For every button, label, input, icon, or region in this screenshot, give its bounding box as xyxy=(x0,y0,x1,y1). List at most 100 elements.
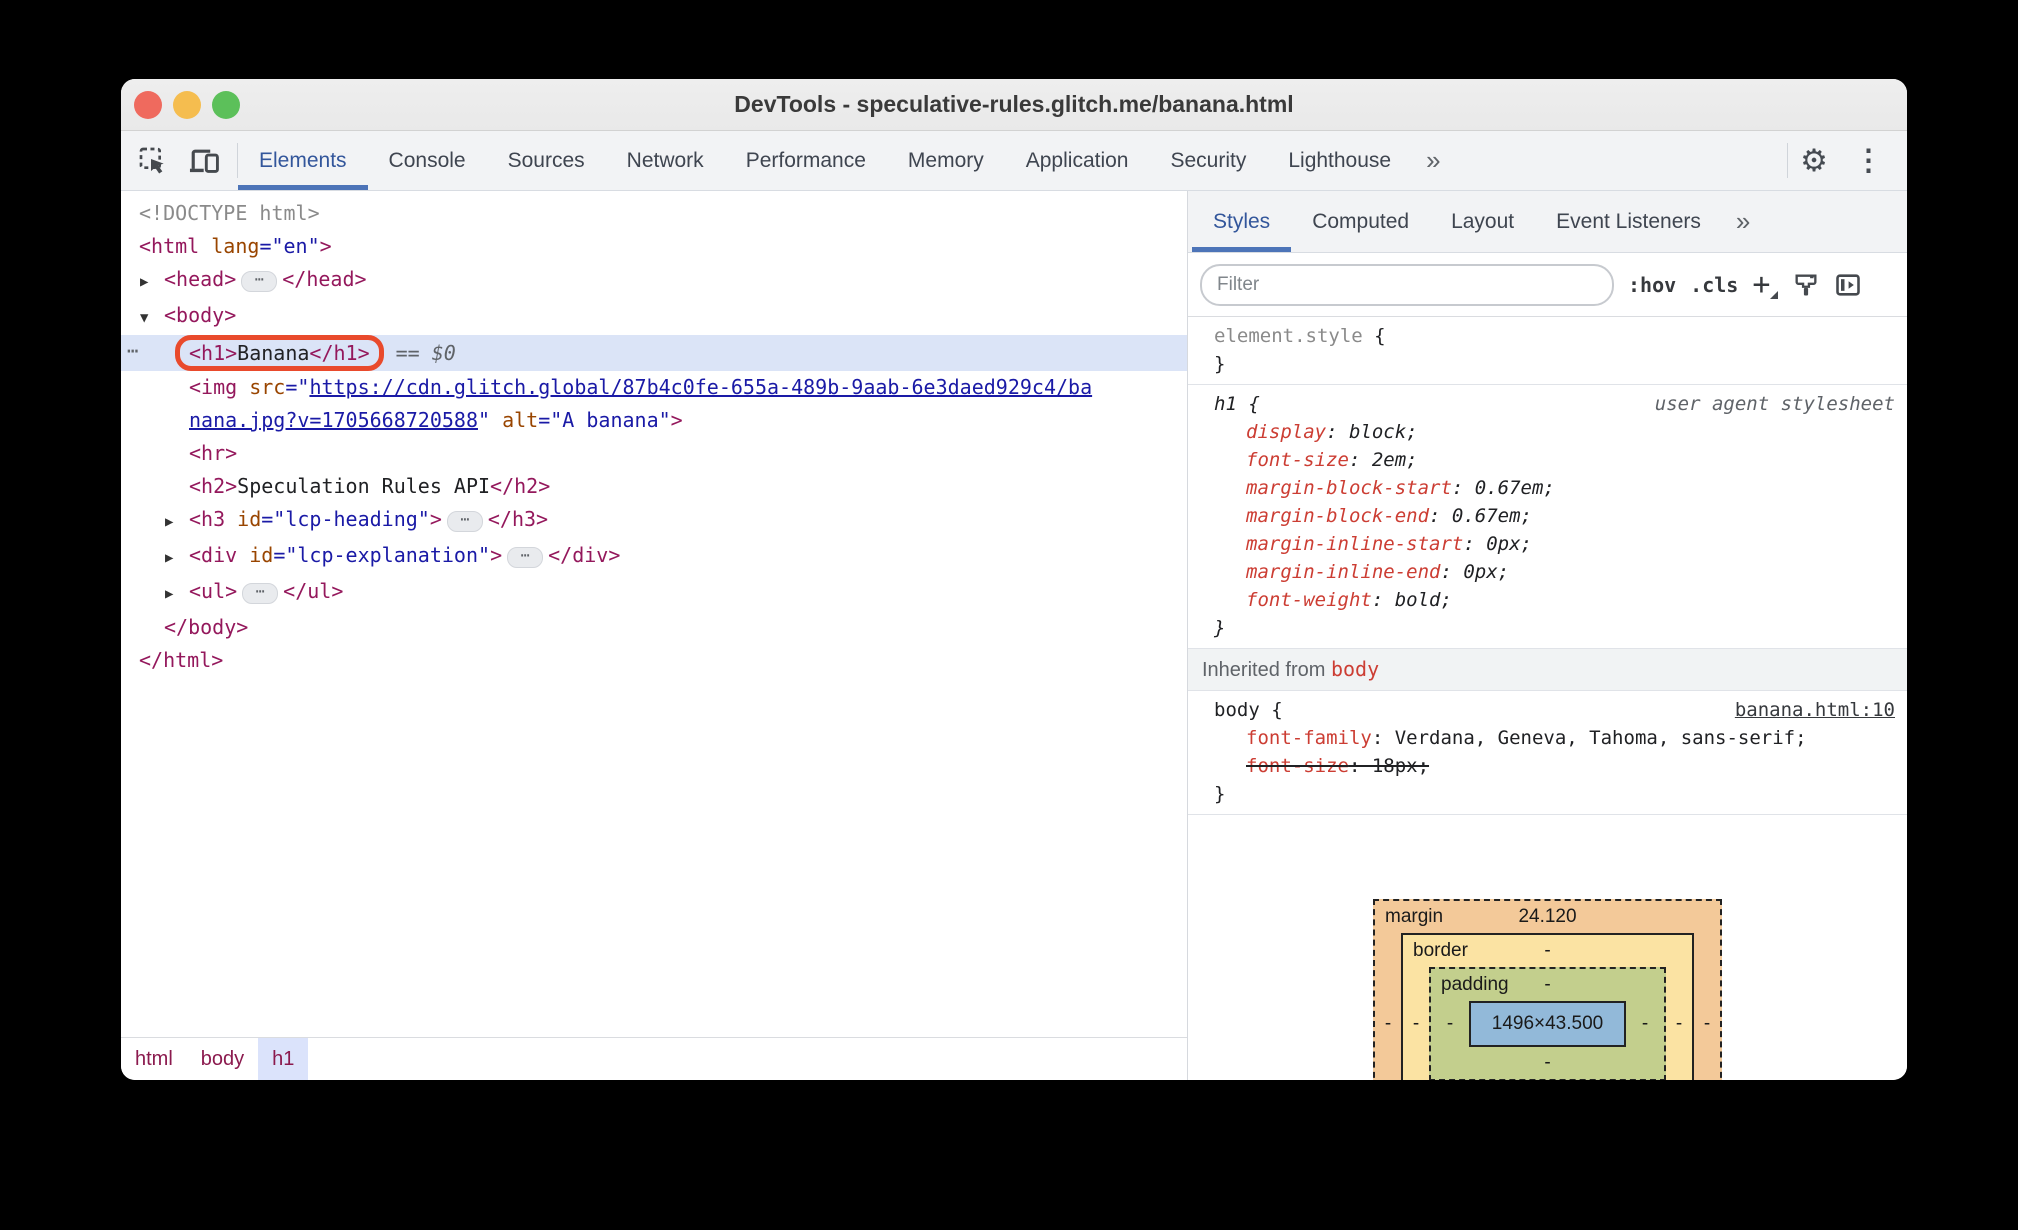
tree-row[interactable]: ▶ <h3 id="lcp-heading"> ⋯ </h3> xyxy=(121,503,1187,539)
dom-tree: <!DOCTYPE html> <html lang="en"> ▶ <head> ⋯ <… xyxy=(121,191,1187,1037)
padding-right-value[interactable]: - xyxy=(1626,1010,1664,1038)
overflow-tabs-icon[interactable]: » xyxy=(1412,131,1454,190)
padding-left-value[interactable]: - xyxy=(1431,1010,1469,1038)
inherited-body-link[interactable]: body xyxy=(1331,657,1379,681)
breadcrumb-item-h1[interactable]: h1 xyxy=(258,1038,309,1080)
tab-elements[interactable]: Elements xyxy=(238,131,368,190)
box-model-border[interactable]: border - - padding - - 1496×43.500 - - - xyxy=(1401,933,1694,1080)
padding-bottom-value[interactable]: - xyxy=(1431,1047,1664,1079)
panel-tabs: Elements Console Sources Network Performance… xyxy=(238,131,1455,190)
tree-row[interactable]: <hr> xyxy=(121,437,1187,470)
rule-close-brace: } xyxy=(1214,617,1226,639)
tree-row[interactable]: <!DOCTYPE html> xyxy=(121,197,1187,230)
border-right-value[interactable]: - xyxy=(1666,1010,1692,1038)
expand-arrow-right-icon[interactable]: ▶ xyxy=(140,266,164,299)
row-actions-icon[interactable]: ⋯ xyxy=(127,335,139,368)
style-property[interactable]: margin-inline-start: 0px; xyxy=(1214,530,1895,558)
margin-top-value[interactable]: 24.120 xyxy=(1375,903,1720,931)
titlebar: DevTools - speculative-rules.glitch.me/b… xyxy=(121,79,1907,131)
style-property[interactable]: font-family: Verdana, Geneva, Tahoma, sa… xyxy=(1214,724,1895,752)
element-classes-button[interactable]: .cls xyxy=(1690,273,1738,297)
stylesheet-origin-label: user agent stylesheet xyxy=(1654,393,1895,415)
device-toolbar-icon[interactable] xyxy=(179,139,231,183)
style-property[interactable]: margin-block-start: 0.67em; xyxy=(1214,474,1895,502)
toolbar-left-icons xyxy=(121,131,237,190)
style-property[interactable]: font-size: 18px; xyxy=(1214,752,1895,780)
expand-arrow-right-icon[interactable]: ▶ xyxy=(165,506,189,539)
toggle-element-state-button[interactable]: :hov xyxy=(1628,273,1676,297)
styles-filter-toolbar: :hov .cls + xyxy=(1188,253,1907,317)
tree-row[interactable]: </html> xyxy=(121,644,1187,677)
more-options-icon[interactable]: ⋮ xyxy=(1840,143,1897,178)
rule-close-brace: } xyxy=(1214,353,1226,375)
styles-content: element.style {} h1 { user agent styleshee… xyxy=(1188,317,1907,1080)
tab-console[interactable]: Console xyxy=(368,131,487,190)
style-property[interactable]: margin-block-end: 0.67em; xyxy=(1214,502,1895,530)
box-model-diagram: margin 24.120 - border - - padding - - 1… xyxy=(1188,815,1907,1080)
expand-ellipsis-button[interactable]: ⋯ xyxy=(242,583,279,604)
sidebar-tab-computed[interactable]: Computed xyxy=(1291,191,1430,252)
padding-top-value[interactable]: - xyxy=(1431,971,1664,999)
tab-memory[interactable]: Memory xyxy=(887,131,1005,190)
tree-row[interactable]: ▶ <head> ⋯ </head> xyxy=(121,263,1187,299)
box-model-margin[interactable]: margin 24.120 - border - - padding - - 1… xyxy=(1373,899,1722,1080)
margin-right-value[interactable]: - xyxy=(1694,1010,1720,1038)
settings-gear-icon[interactable]: ⚙ xyxy=(1788,139,1840,183)
tab-performance[interactable]: Performance xyxy=(725,131,887,190)
rendering-emulation-icon[interactable] xyxy=(1792,271,1820,299)
box-model-padding[interactable]: padding - - 1496×43.500 - - xyxy=(1429,967,1666,1080)
new-style-rule-button[interactable]: + xyxy=(1752,269,1779,299)
tree-row[interactable]: ▶ <ul> ⋯ </ul> xyxy=(121,575,1187,611)
style-property[interactable]: margin-inline-end: 0px; xyxy=(1214,558,1895,586)
devtools-toolbar: Elements Console Sources Network Performance… xyxy=(121,131,1907,191)
sidebar-toggle-icon[interactable] xyxy=(1834,271,1862,299)
box-model-content[interactable]: 1496×43.500 xyxy=(1469,1001,1626,1047)
style-rule[interactable]: body { banana.html:10 font-family: Verdana… xyxy=(1188,691,1907,814)
tree-row[interactable]: ▶ <div id="lcp-explanation"> ⋯ </div> xyxy=(121,539,1187,575)
tab-security[interactable]: Security xyxy=(1149,131,1267,190)
style-property[interactable]: display: block; xyxy=(1214,418,1895,446)
expand-arrow-down-icon[interactable]: ▼ xyxy=(140,302,164,335)
expand-arrow-right-icon[interactable]: ▶ xyxy=(165,542,189,575)
elements-panel: <!DOCTYPE html> <html lang="en"> ▶ <head> ⋯ <… xyxy=(121,191,1187,1080)
overflow-tabs-icon[interactable]: » xyxy=(1722,191,1764,252)
rule-selector: body { xyxy=(1214,699,1283,721)
expand-ellipsis-button[interactable]: ⋯ xyxy=(507,547,544,568)
sidebar-tab-event-listeners[interactable]: Event Listeners xyxy=(1535,191,1722,252)
style-property[interactable]: font-weight: bold; xyxy=(1214,586,1895,614)
sidebar-tab-layout[interactable]: Layout xyxy=(1430,191,1535,252)
tree-row[interactable]: <h2>Speculation Rules API</h2> xyxy=(121,470,1187,503)
stylesheet-source-link[interactable]: banana.html:10 xyxy=(1735,696,1895,724)
tree-row[interactable]: ▼ <body> xyxy=(121,299,1187,335)
toolbar-right: ⚙ ⋮ xyxy=(1788,131,1907,190)
border-top-value[interactable]: - xyxy=(1403,937,1692,965)
style-rule[interactable]: element.style {} xyxy=(1188,317,1907,384)
margin-left-value[interactable]: - xyxy=(1375,1010,1401,1038)
rule-close-brace: } xyxy=(1214,783,1226,805)
breadcrumb-item-html[interactable]: html xyxy=(121,1038,187,1080)
inspect-icon[interactable] xyxy=(127,139,179,183)
window-title: DevTools - speculative-rules.glitch.me/b… xyxy=(734,91,1294,117)
tree-row[interactable]: <img src="https://cdn.glitch.global/87b4… xyxy=(121,371,1187,437)
tab-sources[interactable]: Sources xyxy=(487,131,606,190)
sidebar-tab-styles[interactable]: Styles xyxy=(1192,191,1292,252)
styles-panel: StylesComputedLayoutEvent Listeners» :ho… xyxy=(1188,191,1907,1080)
tree-row[interactable]: ⋯ <h1>Banana</h1> == $0 xyxy=(121,335,1187,371)
tab-network[interactable]: Network xyxy=(606,131,725,190)
selection-highlight-ring: <h1>Banana</h1> xyxy=(175,335,384,371)
filter-input[interactable] xyxy=(1200,263,1614,306)
tab-application[interactable]: Application xyxy=(1005,131,1150,190)
style-rule[interactable]: h1 { user agent stylesheet display: block;… xyxy=(1188,385,1907,648)
expand-ellipsis-button[interactable]: ⋯ xyxy=(241,271,278,292)
border-left-value[interactable]: - xyxy=(1403,1010,1429,1038)
style-property[interactable]: font-size: 2em; xyxy=(1214,446,1895,474)
tree-row[interactable]: </body> xyxy=(121,611,1187,644)
inherited-from-header: Inherited from body xyxy=(1188,649,1907,690)
expand-arrow-right-icon[interactable]: ▶ xyxy=(165,578,189,611)
breadcrumb-item-body[interactable]: body xyxy=(187,1038,258,1080)
tab-lighthouse[interactable]: Lighthouse xyxy=(1267,131,1412,190)
tree-row[interactable]: <html lang="en"> xyxy=(121,230,1187,263)
devtools-main: <!DOCTYPE html> <html lang="en"> ▶ <head> ⋯ <… xyxy=(121,191,1907,1080)
rule-selector: h1 { xyxy=(1214,393,1260,415)
expand-ellipsis-button[interactable]: ⋯ xyxy=(446,511,483,532)
